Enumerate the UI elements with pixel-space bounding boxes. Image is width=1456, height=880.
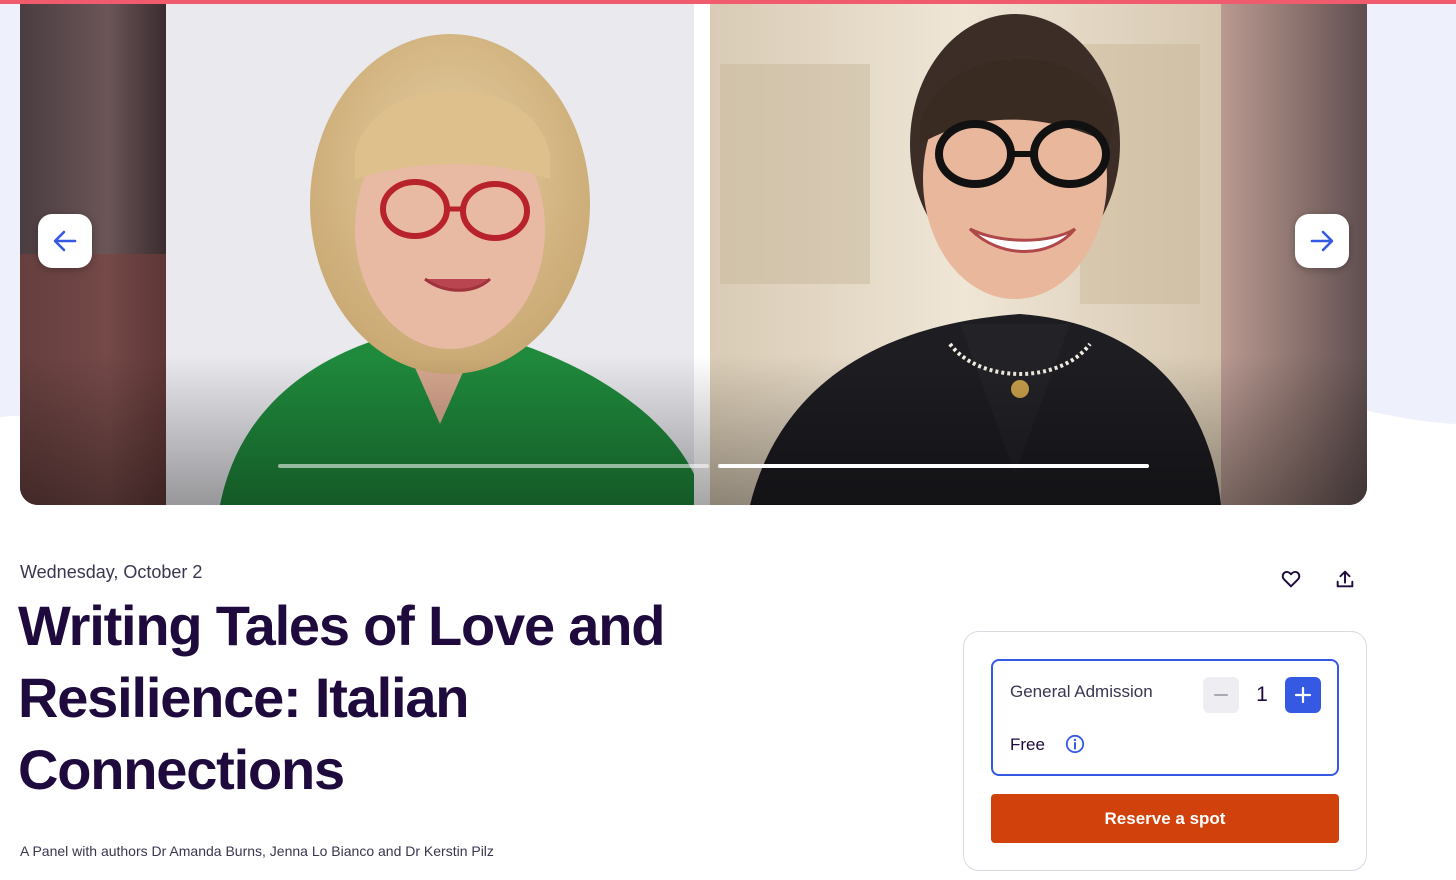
image-carousel[interactable]: [20, 4, 1367, 505]
heart-icon: [1281, 570, 1301, 588]
share-upload-icon: [1336, 570, 1354, 588]
info-icon[interactable]: [1065, 734, 1085, 754]
like-button[interactable]: [1275, 563, 1307, 595]
ticket-selector[interactable]: General Admission Free 1: [991, 659, 1339, 776]
minus-icon: [1214, 694, 1228, 696]
event-summary: A Panel with authors Dr Amanda Burns, Je…: [20, 843, 494, 859]
event-date: Wednesday, October 2: [20, 562, 203, 582]
carousel-next-button[interactable]: [1295, 214, 1349, 268]
ticket-price: Free: [1010, 735, 1045, 754]
ticket-name: General Admission: [1010, 682, 1153, 701]
arrow-left-icon: [53, 230, 77, 252]
quantity-increase-button[interactable]: [1285, 677, 1321, 713]
carousel-progress-1[interactable]: [278, 464, 709, 468]
ticket-card: General Admission Free 1 Reserve a spot: [963, 631, 1367, 871]
carousel-prev-button[interactable]: [38, 214, 92, 268]
share-button[interactable]: [1329, 563, 1361, 595]
carousel-progress-2-active[interactable]: [718, 464, 1149, 468]
carousel-slides: [20, 4, 1367, 505]
event-title: Writing Tales of Love and Resilience: It…: [18, 590, 738, 806]
quantity-decrease-button[interactable]: [1203, 677, 1239, 713]
event-title-line-3: Connections: [18, 738, 345, 801]
reserve-spot-button[interactable]: Reserve a spot: [991, 794, 1339, 843]
plus-icon: [1294, 686, 1312, 704]
quantity-value: 1: [1256, 683, 1268, 706]
arrow-right-icon: [1310, 230, 1334, 252]
event-title-line-1: Writing Tales of Love and: [18, 594, 665, 657]
event-title-line-2: Resilience: Italian: [18, 666, 469, 729]
